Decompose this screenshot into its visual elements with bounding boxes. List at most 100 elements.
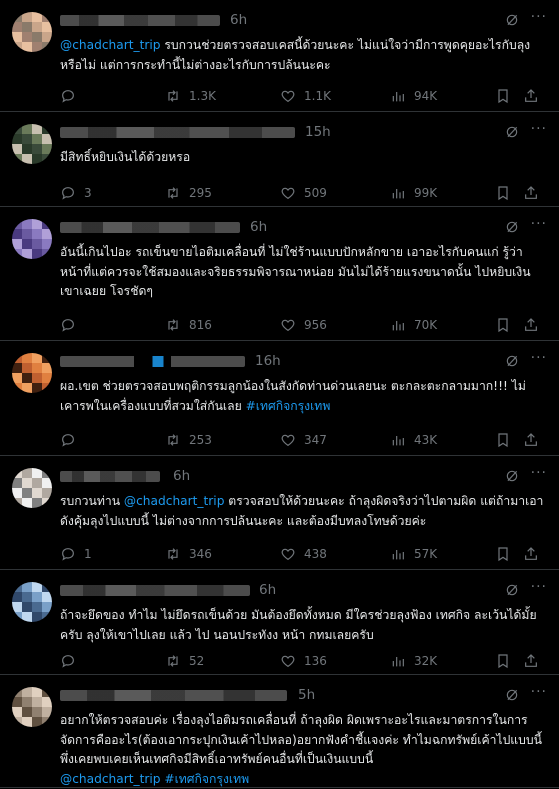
post[interactable]: 16h ··· ผอ.เขต ช่วยตรวจสอบพฤติกรรมลูกน้องใ… [0, 341, 559, 456]
redacted-username[interactable] [60, 222, 240, 233]
repost-icon [165, 653, 181, 669]
grok-icon[interactable] [505, 13, 519, 27]
share-button[interactable] [523, 432, 539, 448]
redacted-username[interactable] [60, 127, 295, 138]
more-options-icon[interactable]: ··· [531, 465, 547, 481]
repost-button[interactable]: 816 [165, 317, 212, 333]
mention-link[interactable]: @chadchart_trip [60, 38, 161, 52]
like-button[interactable]: 956 [280, 317, 327, 333]
post-timestamp[interactable]: 16h [255, 353, 281, 369]
views-button[interactable]: 43K [390, 432, 437, 448]
redacted-username[interactable] [60, 356, 245, 367]
reply-button[interactable] [60, 88, 84, 104]
post-timestamp[interactable]: 15h [305, 124, 331, 140]
reply-button[interactable]: 1 [60, 546, 92, 562]
avatar[interactable] [12, 219, 52, 259]
bookmark-icon [495, 88, 511, 104]
share-button[interactable] [523, 185, 539, 201]
post-timestamp[interactable]: 6h [250, 219, 267, 235]
more-options-icon[interactable]: ··· [531, 350, 547, 366]
post-timestamp[interactable]: 6h [259, 582, 276, 598]
post[interactable]: 6h ··· รบกวนท่าน @chadchart_trip ตรวจสอบให… [0, 456, 559, 570]
reply-button[interactable] [60, 653, 84, 669]
mention-link[interactable]: @chadchart_trip [60, 772, 161, 786]
more-options-icon[interactable]: ··· [531, 579, 547, 595]
redacted-username[interactable] [60, 471, 160, 482]
like-icon [280, 653, 296, 669]
views-button[interactable]: 94K [390, 88, 437, 104]
share-button[interactable] [523, 88, 539, 104]
post[interactable]: 15h ··· มีสิทธิ์หยิบเงินได้ด้วยหรอ 3 295 509 9… [0, 112, 559, 207]
views-button[interactable]: 99K [390, 185, 437, 201]
like-button[interactable]: 347 [280, 432, 327, 448]
hashtag-link[interactable]: #เทศกิจกรุงเทพ [164, 772, 249, 786]
post[interactable]: 6h ··· อันนี้เกินไปอะ รถเข็นขายไอติมเคลื่อ… [0, 207, 559, 341]
views-button[interactable]: 32K [390, 653, 437, 669]
grok-icon[interactable] [505, 469, 519, 483]
repost-button[interactable]: 346 [165, 546, 212, 562]
more-options-icon[interactable]: ··· [531, 9, 547, 25]
avatar[interactable] [12, 124, 52, 164]
bookmark-button[interactable] [495, 317, 511, 333]
reposts-count: 346 [189, 547, 212, 561]
bookmark-button[interactable] [495, 88, 511, 104]
grok-icon[interactable] [505, 220, 519, 234]
redacted-username[interactable] [60, 690, 287, 701]
grok-icon[interactable] [505, 583, 519, 597]
share-button[interactable] [523, 653, 539, 669]
post-header: 5h ··· [60, 684, 547, 705]
post-timestamp[interactable]: 6h [230, 12, 247, 28]
grok-icon[interactable] [505, 125, 519, 139]
reply-icon [60, 317, 76, 333]
avatar[interactable] [12, 582, 52, 622]
repost-button[interactable]: 295 [165, 185, 212, 201]
views-count: 57K [414, 547, 438, 561]
share-button[interactable] [523, 317, 539, 333]
post-header: 16h ··· [60, 350, 547, 371]
avatar[interactable] [12, 687, 52, 727]
more-options-icon[interactable]: ··· [531, 216, 547, 232]
more-options-icon[interactable]: ··· [531, 684, 547, 700]
repost-button[interactable]: 1.3K [165, 88, 216, 104]
replies-count: 3 [84, 186, 92, 200]
grok-icon[interactable] [505, 688, 519, 702]
views-icon [390, 653, 406, 669]
likes-count: 136 [304, 654, 327, 668]
repost-button[interactable]: 253 [165, 432, 212, 448]
views-button[interactable]: 70K [390, 317, 437, 333]
like-button[interactable]: 438 [280, 546, 327, 562]
repost-button[interactable]: 52 [165, 653, 204, 669]
post[interactable]: 6h ··· ถ้าจะยึดของ ทำไม ไม่ยึดรถเข็นด้วย ม… [0, 570, 559, 675]
reply-icon [60, 653, 76, 669]
mention-link[interactable]: @chadchart_trip [124, 494, 225, 508]
views-icon [390, 546, 406, 562]
hashtag-link[interactable]: #เทศกิจกรุงเทพ [246, 399, 331, 413]
reply-button[interactable] [60, 432, 84, 448]
bookmark-button[interactable] [495, 432, 511, 448]
post[interactable]: 5h ··· อยากให้ตรวจสอบค่ะ เรื่องลุงไอติมรถเ… [0, 675, 559, 788]
like-button[interactable]: 509 [280, 185, 327, 201]
post[interactable]: 6h ··· @chadchart_trip รบกวนช่วยตรวจสอบเคส… [0, 0, 559, 112]
bookmark-button[interactable] [495, 546, 511, 562]
like-button[interactable]: 1.1K [280, 88, 331, 104]
share-button[interactable] [523, 546, 539, 562]
grok-icon[interactable] [505, 354, 519, 368]
views-button[interactable]: 57K [390, 546, 437, 562]
reply-button[interactable]: 3 [60, 185, 92, 201]
bookmark-button[interactable] [495, 185, 511, 201]
action-bar: 3 295 509 99K [60, 185, 547, 203]
like-button[interactable]: 136 [280, 653, 327, 669]
avatar[interactable] [12, 12, 52, 52]
like-icon [280, 546, 296, 562]
redacted-username[interactable] [60, 15, 220, 26]
post-timestamp[interactable]: 6h [173, 468, 190, 484]
avatar[interactable] [12, 468, 52, 508]
more-options-icon[interactable]: ··· [531, 121, 547, 137]
avatar[interactable] [12, 353, 52, 393]
reply-button[interactable] [60, 317, 84, 333]
reposts-count: 1.3K [189, 89, 216, 103]
redacted-username[interactable] [60, 585, 250, 596]
likes-count: 347 [304, 433, 327, 447]
bookmark-button[interactable] [495, 653, 511, 669]
post-timestamp[interactable]: 5h [298, 687, 315, 703]
